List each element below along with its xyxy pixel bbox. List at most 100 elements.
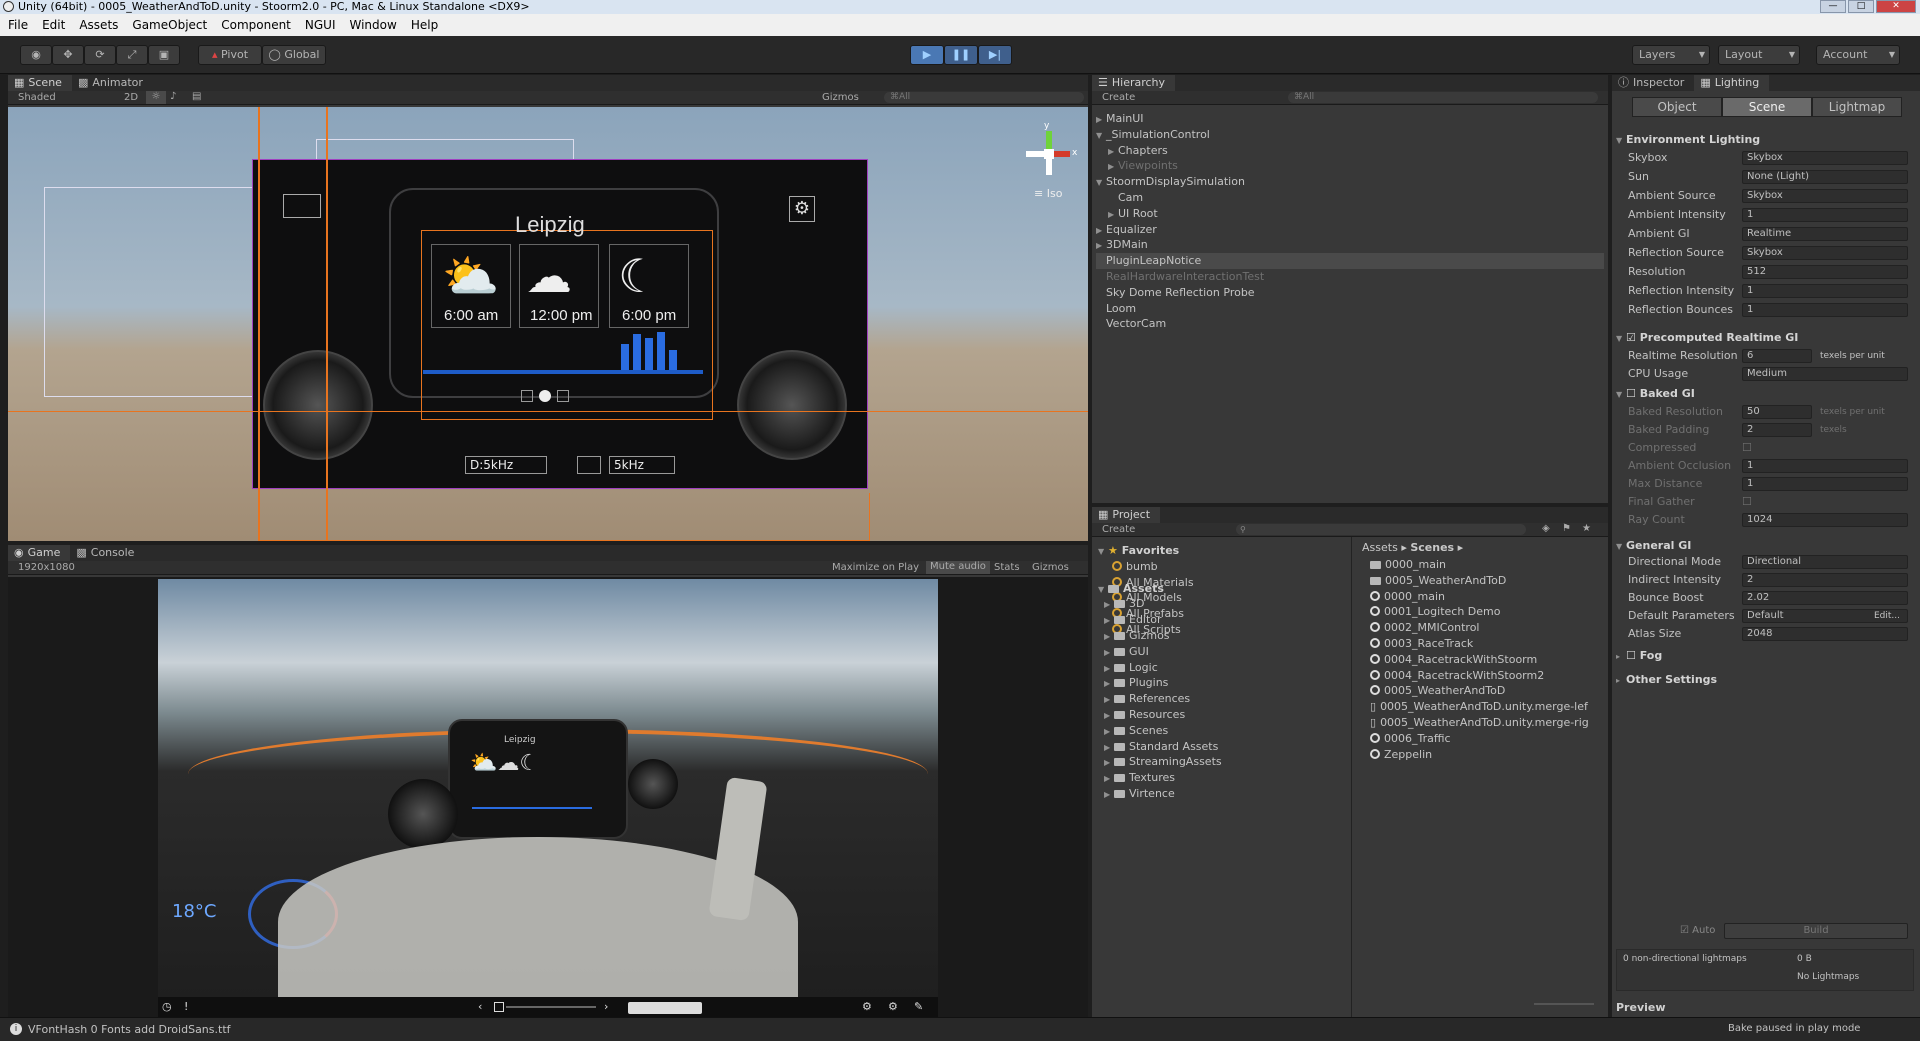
property-value[interactable]: 2.02: [1742, 591, 1908, 605]
project-file-item[interactable]: 0004_RacetrackWithStoorm: [1370, 652, 1606, 668]
layout-dropdown[interactable]: Layout ▼: [1718, 45, 1800, 65]
assets-header[interactable]: ▼ Assets: [1098, 581, 1348, 597]
axis-z-handle[interactable]: [1026, 151, 1044, 157]
asset-folder-item[interactable]: ▶ Textures: [1098, 770, 1348, 786]
prev-chevron-icon[interactable]: ‹: [478, 1000, 482, 1013]
page-dot-active[interactable]: [539, 390, 551, 402]
breadcrumb-scenes[interactable]: Scenes: [1410, 541, 1454, 554]
other-settings-header[interactable]: ▸ Other Settings: [1616, 673, 1717, 686]
hierarchy-item[interactable]: ▶ Equalizer: [1096, 222, 1604, 238]
clock-icon[interactable]: ◷: [162, 1000, 172, 1013]
rotate-tool-button[interactable]: ⟳: [84, 45, 116, 65]
stop-icon[interactable]: [494, 1002, 504, 1012]
subtab-object[interactable]: Object: [1632, 97, 1722, 117]
auto-checkbox[interactable]: ☑: [1680, 925, 1689, 936]
project-file-item[interactable]: ▯ 0005_WeatherAndToD.unity.merge-lef: [1370, 699, 1606, 715]
maximize-button[interactable]: □: [1848, 0, 1874, 13]
asset-folder-item[interactable]: ▶ Standard Assets: [1098, 739, 1348, 755]
filter-label-icon[interactable]: ⚑: [1562, 523, 1571, 534]
favorite-item[interactable]: bumb: [1098, 559, 1348, 575]
filter-type-icon[interactable]: ◈: [1542, 523, 1550, 534]
menu-help[interactable]: Help: [411, 18, 438, 32]
project-file-item[interactable]: 0006_Traffic: [1370, 731, 1606, 747]
expand-arrow-icon[interactable]: ▼: [1096, 128, 1106, 144]
tab-hierarchy[interactable]: ☰ Hierarchy: [1092, 75, 1176, 91]
hierarchy-item[interactable]: ▶ Chapters: [1096, 143, 1604, 159]
tab-inspector[interactable]: ⓘ Inspector: [1612, 75, 1694, 91]
asset-folder-item[interactable]: ▶ Gizmos: [1098, 628, 1348, 644]
mute-audio-toggle[interactable]: Mute audio: [926, 561, 990, 574]
audio-toggle[interactable]: ♪: [170, 91, 176, 102]
page-dot[interactable]: [521, 390, 533, 402]
property-value[interactable]: Directional: [1742, 555, 1908, 569]
asset-folder-item[interactable]: ▶ GUI: [1098, 644, 1348, 660]
next-chevron-icon[interactable]: ›: [604, 1000, 608, 1013]
property-value[interactable]: 1: [1742, 284, 1908, 298]
asset-folder-item[interactable]: ▶ Scenes: [1098, 723, 1348, 739]
menu-gameobject[interactable]: GameObject: [132, 18, 207, 32]
project-file-item[interactable]: 0003_RaceTrack: [1370, 636, 1606, 652]
property-value[interactable]: 1: [1742, 303, 1908, 317]
hierarchy-item[interactable]: ▼ _SimulationControl: [1096, 127, 1604, 143]
hierarchy-item[interactable]: ▶ Viewpoints: [1096, 158, 1604, 174]
expand-arrow-icon[interactable]: ▶: [1104, 613, 1114, 629]
expand-arrow-icon[interactable]: ▶: [1104, 740, 1114, 756]
fog-header[interactable]: ▸ ☐ Fog: [1616, 649, 1662, 662]
effects-toggle[interactable]: ▤: [192, 91, 201, 102]
environment-lighting-header[interactable]: ▼ Environment Lighting: [1616, 133, 1760, 146]
settings-icon[interactable]: ⚙: [888, 1000, 898, 1013]
scene-search-input[interactable]: ⌘All: [884, 92, 1084, 103]
edit-button[interactable]: Edit...: [1874, 607, 1900, 625]
rect-tool-button[interactable]: ▣: [148, 45, 180, 65]
hierarchy-item[interactable]: PluginLeapNotice: [1096, 253, 1604, 269]
move-tool-button[interactable]: ✥: [52, 45, 84, 65]
status-message[interactable]: VFontHash 0 Fonts add DroidSans.ttf: [28, 1023, 231, 1036]
maximize-on-play-toggle[interactable]: Maximize on Play: [832, 562, 919, 573]
menu-file[interactable]: File: [8, 18, 28, 32]
stats-toggle[interactable]: Stats: [994, 562, 1020, 573]
axis-down-handle[interactable]: [1046, 159, 1052, 175]
menu-window[interactable]: Window: [350, 18, 397, 32]
right-vent-dial[interactable]: [737, 350, 847, 460]
project-file-item[interactable]: 0004_RacetrackWithStoorm2: [1370, 668, 1606, 684]
project-file-item[interactable]: 0000_main: [1370, 557, 1606, 573]
left-vent-dial[interactable]: [263, 350, 373, 460]
auto-toggle[interactable]: ☑ Auto: [1680, 925, 1715, 936]
expand-arrow-icon[interactable]: ▶: [1104, 787, 1114, 803]
property-value[interactable]: 6: [1742, 349, 1812, 363]
breadcrumb-assets[interactable]: Assets: [1362, 541, 1398, 554]
expand-arrow-icon[interactable]: ▶: [1104, 661, 1114, 677]
expand-arrow-icon[interactable]: ▶: [1104, 724, 1114, 740]
hierarchy-item[interactable]: ▶ 3DMain: [1096, 237, 1604, 253]
expand-arrow-icon[interactable]: ▶: [1104, 597, 1114, 613]
expand-arrow-icon[interactable]: ▶: [1108, 159, 1118, 175]
property-value[interactable]: Realtime: [1742, 227, 1908, 241]
precomputed-gi-header[interactable]: ▼ ☑ Precomputed Realtime GI: [1616, 331, 1798, 344]
expand-arrow-icon[interactable]: ▶: [1104, 708, 1114, 724]
play-button[interactable]: ▶: [910, 45, 944, 65]
expand-arrow-icon[interactable]: ▶: [1104, 676, 1114, 692]
expand-arrow-icon[interactable]: ▼: [1096, 175, 1106, 191]
build-button[interactable]: Build: [1724, 923, 1908, 939]
expand-arrow-icon[interactable]: ▶: [1104, 629, 1114, 645]
property-value[interactable]: 1: [1742, 208, 1908, 222]
asset-folder-item[interactable]: ▶ 3D: [1098, 596, 1348, 612]
tab-console[interactable]: ▩ Console: [70, 545, 144, 561]
property-value[interactable]: Medium: [1742, 367, 1908, 381]
tab-scene[interactable]: ▦ Scene: [8, 75, 72, 91]
project-file-item[interactable]: 0000_main: [1370, 589, 1606, 605]
property-value[interactable]: 50: [1742, 405, 1812, 419]
property-value[interactable]: 2: [1742, 573, 1908, 587]
mode-2d-toggle[interactable]: 2D: [124, 92, 138, 103]
expand-arrow-icon[interactable]: ▶: [1096, 112, 1106, 128]
alert-icon[interactable]: !: [184, 1000, 188, 1013]
axis-x-handle[interactable]: [1054, 151, 1070, 157]
close-button[interactable]: ✕: [1876, 0, 1916, 13]
subtab-scene[interactable]: Scene: [1722, 97, 1812, 117]
menu-component[interactable]: Component: [221, 18, 291, 32]
favorite-star-icon[interactable]: ★: [1582, 523, 1591, 534]
property-value[interactable]: 1: [1742, 477, 1908, 491]
tab-lighting[interactable]: ▦ Lighting: [1694, 75, 1770, 91]
axis-y-handle[interactable]: [1046, 131, 1052, 149]
hierarchy-create-dropdown[interactable]: Create: [1102, 92, 1135, 103]
